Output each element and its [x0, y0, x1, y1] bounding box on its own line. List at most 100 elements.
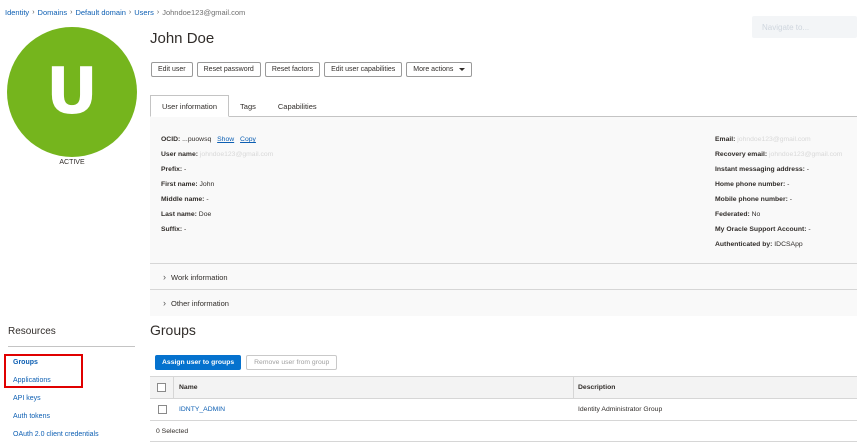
work-information-label: Work information	[171, 272, 228, 282]
authenticated-by-label: Authenticated by:	[715, 241, 773, 248]
groups-toolbar: Assign user to groups Remove user from g…	[155, 355, 338, 370]
breadcrumb-separator: ›	[70, 9, 73, 16]
recovery-email-field: Recovery email: johndoe123@gmail.com	[715, 151, 842, 158]
description-column-header[interactable]: Description	[574, 377, 857, 398]
support-account-label: My Oracle Support Account:	[715, 226, 807, 233]
avatar-letter: U	[46, 55, 98, 129]
assign-user-to-groups-button[interactable]: Assign user to groups	[155, 355, 242, 370]
username-value: johndoe123@gmail.com	[199, 151, 274, 158]
last-name-label: Last name:	[161, 211, 197, 218]
more-actions-button[interactable]: More actions	[406, 62, 473, 77]
breadcrumb-users[interactable]: Users	[134, 8, 154, 17]
tab-tags[interactable]: Tags	[229, 95, 267, 117]
more-actions-label: More actions	[413, 66, 454, 73]
last-name-value: Doe	[198, 211, 212, 218]
mobile-phone-field: Mobile phone number: -	[715, 196, 792, 203]
first-name-field: First name: John	[161, 181, 214, 188]
username-field: User name: johndoe123@gmail.com	[161, 151, 273, 158]
other-information-label: Other information	[171, 298, 229, 308]
federated-value: No	[751, 211, 761, 218]
federated-field: Federated: No	[715, 211, 760, 218]
breadcrumb-separator: ›	[32, 9, 35, 16]
home-phone-label: Home phone number:	[715, 181, 786, 188]
chevron-down-icon	[459, 68, 466, 71]
name-column-header[interactable]: Name	[174, 377, 574, 398]
authenticated-by-value: IDCSApp	[774, 241, 803, 248]
table-header: Name Description	[150, 376, 857, 399]
reset-factors-button[interactable]: Reset factors	[264, 62, 321, 77]
action-toolbar: Edit user Reset password Reset factors E…	[151, 62, 473, 77]
resources-divider	[8, 346, 135, 347]
support-account-value: -	[808, 226, 811, 233]
ocid-field: OCID: ...puowsq Show Copy	[161, 136, 256, 143]
suffix-field: Suffix: -	[161, 226, 186, 233]
chevron-right-icon: ›	[163, 298, 166, 308]
resources-heading: Resources	[8, 326, 56, 337]
im-address-field: Instant messaging address: -	[715, 166, 809, 173]
tab-capabilities[interactable]: Capabilities	[267, 95, 328, 117]
breadcrumb-default-domain[interactable]: Default domain	[75, 8, 125, 17]
chevron-right-icon: ›	[163, 272, 166, 282]
edit-user-capabilities-button[interactable]: Edit user capabilities	[324, 62, 403, 77]
breadcrumb-identity[interactable]: Identity	[5, 8, 29, 17]
recovery-email-value: johndoe123@gmail.com	[769, 151, 843, 158]
group-name-cell: IDNTY_ADMIN	[174, 399, 574, 420]
row-select-cell	[150, 399, 174, 420]
prefix-label: Prefix:	[161, 166, 183, 173]
selected-count: 0 Selected	[150, 421, 857, 442]
support-account-field: My Oracle Support Account: -	[715, 226, 811, 233]
status-label: ACTIVE	[59, 159, 85, 166]
first-name-label: First name:	[161, 181, 198, 188]
search-placeholder: Navigate to...	[762, 22, 810, 32]
resource-auth-tokens-link[interactable]: Auth tokens	[13, 413, 50, 420]
page-title: John Doe	[150, 30, 215, 47]
breadcrumb-domains[interactable]: Domains	[38, 8, 68, 17]
tab-user-information[interactable]: User information	[150, 95, 230, 117]
middle-name-field: Middle name: -	[161, 196, 209, 203]
home-phone-field: Home phone number: -	[715, 181, 789, 188]
email-value: johndoe123@gmail.com	[737, 136, 811, 143]
groups-heading: Groups	[150, 322, 196, 338]
ocid-copy-link[interactable]: Copy	[240, 136, 256, 143]
username-label: User name:	[161, 151, 199, 158]
resource-oauth-credentials-link[interactable]: OAuth 2.0 client credentials	[13, 431, 99, 438]
im-address-label: Instant messaging address:	[715, 166, 805, 173]
suffix-label: Suffix:	[161, 226, 183, 233]
authenticated-by-field: Authenticated by: IDCSApp	[715, 241, 803, 248]
breadcrumb-separator: ›	[128, 9, 132, 16]
middle-name-value: -	[206, 196, 209, 203]
email-field: Email: johndoe123@gmail.com	[715, 136, 811, 143]
email-label: Email:	[715, 136, 736, 143]
select-all-checkbox[interactable]	[157, 383, 166, 392]
reset-password-button[interactable]: Reset password	[196, 62, 261, 77]
ocid-label: OCID:	[161, 136, 181, 143]
first-name-value: John	[199, 181, 215, 188]
other-information-section[interactable]: › Other information	[150, 289, 857, 316]
prefix-field: Prefix: -	[161, 166, 186, 173]
group-name-link[interactable]: IDNTY_ADMIN	[179, 406, 225, 413]
breadcrumb-current: Johndoe123@gmail.com	[162, 8, 246, 17]
mobile-phone-label: Mobile phone number:	[715, 196, 788, 203]
recovery-email-label: Recovery email:	[715, 151, 768, 158]
home-phone-value: -	[787, 181, 790, 188]
group-description-cell: Identity Administrator Group	[578, 406, 663, 413]
work-information-section[interactable]: › Work information	[150, 263, 857, 290]
table-row: IDNTY_ADMIN Identity Administrator Group	[150, 399, 857, 421]
select-all-cell	[150, 377, 174, 398]
prefix-value: -	[184, 166, 187, 173]
ocid-show-link[interactable]: Show	[217, 136, 234, 143]
breadcrumb: Identity › Domains › Default domain › Us…	[5, 8, 245, 17]
user-information-panel: OCID: ...puowsq Show Copy User name: joh…	[150, 117, 857, 316]
row-checkbox[interactable]	[157, 405, 167, 414]
breadcrumb-separator: ›	[156, 9, 160, 16]
resource-api-keys-link[interactable]: API keys	[13, 395, 41, 402]
navigate-search-input[interactable]: Navigate to...	[752, 16, 857, 38]
groups-table: Name Description IDNTY_ADMIN Identity Ad…	[150, 376, 857, 442]
last-name-field: Last name: Doe	[161, 211, 211, 218]
edit-user-button[interactable]: Edit user	[151, 62, 193, 77]
highlight-box	[4, 354, 83, 388]
ocid-value: ...puowsq	[182, 136, 212, 143]
remove-user-from-group-button[interactable]: Remove user from group	[246, 355, 338, 370]
avatar: U	[7, 27, 137, 157]
mobile-phone-value: -	[789, 196, 793, 203]
